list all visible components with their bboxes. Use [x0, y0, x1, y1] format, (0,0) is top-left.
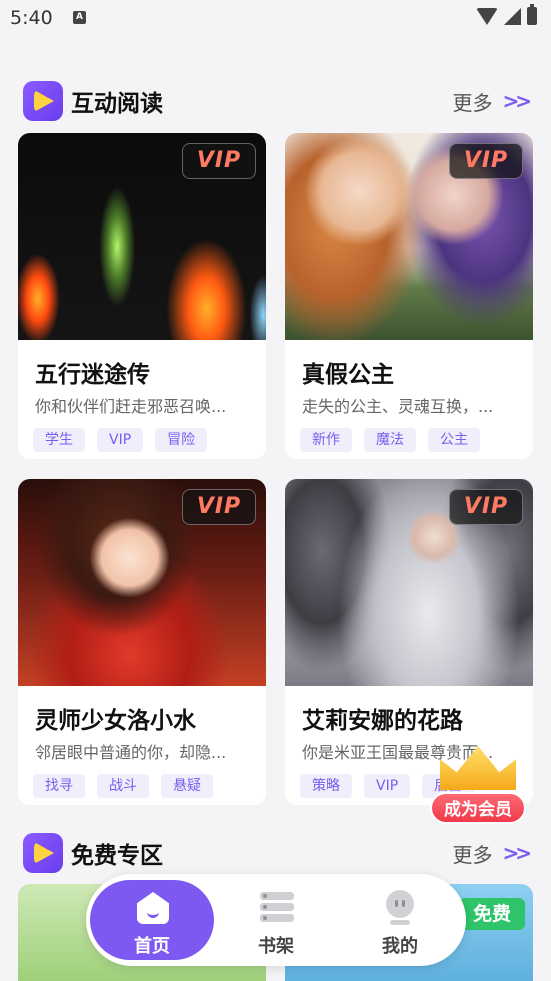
tag[interactable]: VIP — [97, 428, 144, 452]
section-title: 免费专区 — [71, 843, 163, 869]
vip-badge: VIP — [449, 489, 523, 525]
tag-list: 学生 VIP 冒险 — [33, 428, 208, 452]
vip-badge: VIP — [182, 143, 256, 179]
tag[interactable]: 找寻 — [33, 774, 85, 798]
become-member-button[interactable]: 成为会员 — [430, 746, 526, 826]
card-title: 五行迷途传 — [35, 362, 150, 388]
tag[interactable]: 新作 — [300, 428, 352, 452]
profile-icon — [384, 890, 416, 926]
section-header-interactive: 互动阅读 更多 >> — [23, 80, 532, 122]
section-title: 互动阅读 — [71, 91, 163, 117]
wifi-icon — [476, 7, 498, 25]
tag[interactable]: 学生 — [33, 428, 85, 452]
tag[interactable]: VIP — [364, 774, 411, 798]
battery-icon — [527, 4, 537, 25]
play-logo-icon — [23, 81, 63, 121]
crown-icon — [440, 746, 516, 790]
nav-home[interactable]: 首页 — [90, 880, 214, 960]
story-card[interactable]: VIP 五行迷途传 你和伙伴们赶走邪恶召唤... 学生 VIP 冒险 — [18, 133, 266, 459]
more-label: 更多 — [452, 842, 493, 867]
vip-badge: VIP — [449, 143, 523, 179]
tag[interactable]: 战斗 — [97, 774, 149, 798]
status-time: 5:40 — [10, 7, 53, 29]
tag[interactable]: 冒险 — [155, 428, 208, 452]
card-title: 艾莉安娜的花路 — [302, 708, 463, 734]
cell-signal-icon — [504, 7, 521, 25]
member-label: 成为会员 — [430, 792, 526, 824]
double-chevron-right-icon: >> — [502, 841, 531, 865]
bookshelf-icon — [260, 892, 294, 926]
notification-a-icon: A — [73, 11, 86, 24]
tag-list: 新作 魔法 公主 — [300, 428, 480, 452]
card-description: 你和伙伴们赶走邪恶召唤... — [35, 397, 227, 416]
bottom-navigation: 首页 书架 我的 — [86, 874, 466, 966]
card-description: 邻居眼中普通的你，却隐... — [35, 743, 227, 762]
double-chevron-right-icon: >> — [502, 89, 531, 113]
nav-bookshelf[interactable]: 书架 — [214, 880, 338, 960]
nav-label: 首页 — [134, 936, 170, 957]
play-logo-icon — [23, 833, 63, 873]
status-bar: 5:40 A — [0, 0, 551, 38]
card-title: 灵师少女洛小水 — [35, 708, 196, 734]
tag[interactable]: 策略 — [300, 774, 352, 798]
tag-list: 找寻 战斗 悬疑 — [33, 774, 213, 798]
home-icon — [137, 892, 169, 924]
tag[interactable]: 悬疑 — [161, 774, 213, 798]
card-description: 走失的公主、灵魂互换，... — [302, 397, 494, 416]
more-link[interactable]: 更多 >> — [452, 839, 531, 868]
story-card[interactable]: VIP 真假公主 走失的公主、灵魂互换，... 新作 魔法 公主 — [285, 133, 533, 459]
nav-label: 我的 — [382, 936, 418, 957]
more-link[interactable]: 更多 >> — [452, 87, 531, 116]
nav-profile[interactable]: 我的 — [338, 880, 462, 960]
tag[interactable]: 公主 — [428, 428, 480, 452]
system-icons — [476, 4, 537, 25]
more-label: 更多 — [452, 90, 493, 115]
tag[interactable]: 魔法 — [364, 428, 416, 452]
section-header-free: 免费专区 更多 >> — [23, 832, 532, 874]
vip-badge: VIP — [182, 489, 256, 525]
free-badge: 免费 — [459, 898, 525, 930]
story-card[interactable]: VIP 灵师少女洛小水 邻居眼中普通的你，却隐... 找寻 战斗 悬疑 — [18, 479, 266, 805]
card-title: 真假公主 — [302, 362, 394, 388]
nav-label: 书架 — [258, 936, 294, 957]
